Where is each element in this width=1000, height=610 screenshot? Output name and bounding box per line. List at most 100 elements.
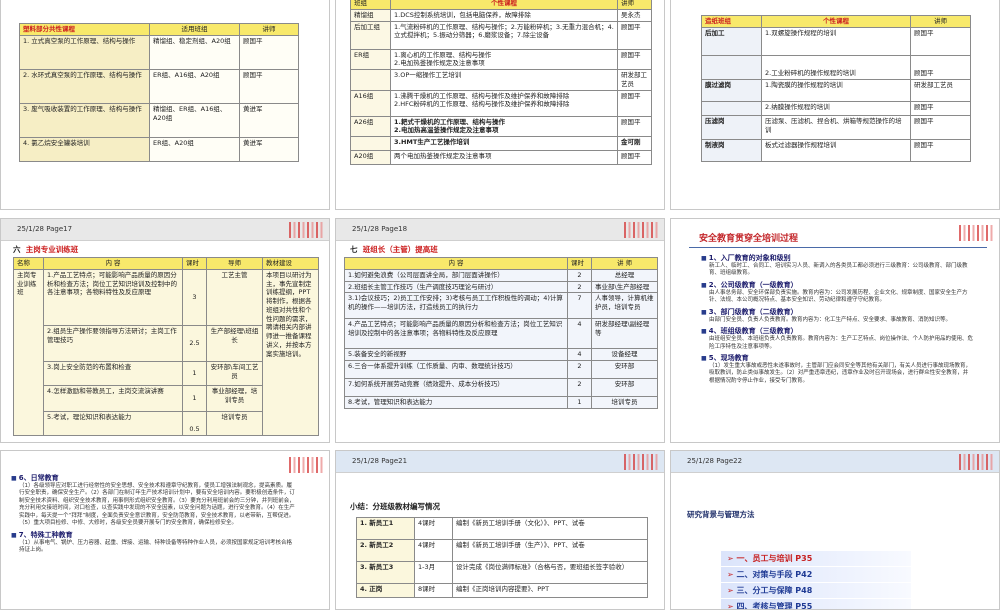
menu-item[interactable]: 二、对策与手段 P42 — [721, 567, 911, 582]
cell: 生产部经理\班组长 — [206, 324, 263, 362]
menu-item[interactable]: 一、员工与培训 P35 — [721, 551, 911, 566]
cell: A20组 — [350, 150, 391, 166]
cell: 1.耙式干燥机的工作原理、结构与操作 2.电加热高温釜操作规定及注意事项 — [390, 115, 618, 138]
slide-research-menu: 25/1/28 Page22 研究背景与管理方法 一、员工与培训 P35 二、对… — [670, 450, 1000, 610]
cell: 1 — [567, 396, 592, 409]
pixel-decor-icon — [959, 225, 995, 241]
cell: 6.三合一体系提升训练（工作质量、内审、数理统计技巧） — [344, 360, 568, 380]
section-heading: 2、公司级教育（一级教育） — [701, 280, 973, 290]
cell: 编制《正岗培训内容提要》、PPT — [452, 583, 648, 598]
cell: 2.纳膜操作规程的培训 — [761, 100, 911, 116]
cell: 总经理 — [591, 268, 658, 282]
table-row: 压滤岗 压滤泵、压滤机、捏合机、烘箱等规范操作的培训 顾国平 — [701, 114, 971, 140]
menu-item[interactable]: 三、分工与保障 P48 — [721, 583, 911, 598]
title-number: 七 — [350, 245, 358, 254]
cell: 2. 水环式真空泵的工作原理、结构与操作 — [19, 68, 150, 104]
table-row: 1. 新员工1 4课时 编制《新员工培训手册（文化）》、PPT、试卷 — [356, 517, 648, 540]
cell — [350, 136, 391, 152]
slide-title: 安全教育贯穿全培训过程 — [699, 234, 799, 244]
cell: A16组 — [350, 89, 391, 117]
slide-title: 研究背景与管理方法 — [687, 510, 755, 519]
section-heading: 6、日常教育 — [11, 473, 296, 483]
menu-item[interactable]: 四、考核与管理 P55 — [721, 599, 911, 609]
cell: 4.产品工艺特点；可能影响产品质量的原因分析和检查方法；岗位工艺知识培训及控制中… — [344, 318, 568, 350]
cell: 黄进军 — [239, 102, 299, 138]
main-post-table: 名称 内 容 课时 导师 教材建设 主岗专业训练班 1.产品工艺特点；可能影响产… — [13, 257, 319, 436]
cell: 顾国平 — [910, 26, 971, 56]
page-label: 25/1/28 Page22 — [687, 457, 743, 465]
cell — [701, 100, 762, 116]
col-header: 导师 — [206, 257, 263, 270]
col-header: 讲师 — [910, 15, 971, 28]
cell: 2.组员生产操作要领指导方法研讨；主岗工作管理技巧 — [43, 324, 183, 362]
cell: 顾国平 — [910, 114, 971, 140]
slide-daily-education: 6、日常教育 （1）各级领导应对职工进行经常性的安全思想、安全技术和遵章守纪教育… — [0, 450, 330, 610]
pixel-decor-icon — [289, 222, 325, 238]
slide-safety-education: 安全教育贯穿全培训过程 1、入厂教育的对象和级别 新工人、临时工、合同工、培训实… — [670, 218, 1000, 443]
cell: 2 — [567, 360, 592, 380]
col-header: 讲 师 — [591, 257, 658, 270]
cell: ER组、A16组、A20组 — [149, 68, 240, 104]
table-row: A26组 1.耙式干燥机的工作原理、结构与操作 2.电加热高温釜操作规定及注意事项… — [350, 115, 652, 138]
cell: 研发部工艺员 — [617, 69, 652, 91]
paper-course-table: 造纸班组 个性课程 讲师 后加工 1.双螺旋操作规程的培训 顾国平 2.工业粉碎机的… — [701, 15, 971, 162]
cell: 1. 立式真空泵的工作原理、结构与操作 — [19, 34, 150, 70]
slide-title: 小结：分班级教材编写情况 — [350, 502, 440, 511]
cell: 培训专员 — [591, 396, 658, 409]
chapter-menu: 一、员工与培训 P35 二、对策与手段 P42 三、分工与保障 P48 四、考核… — [721, 551, 911, 609]
table-row: 6.三合一体系提升训练（工作质量、内审、数理统计技巧） 2 安环部 — [344, 360, 658, 380]
col-header: 课时 — [567, 257, 592, 270]
slide-paper-team-courses: 造纸班组 个性课程 讲师 后加工 1.双螺旋操作规程的培训 顾国平 2.工业粉碎机的… — [670, 0, 1000, 210]
col-header: 个性课程 — [761, 15, 911, 28]
section-heading: 4、班组级教育（三级教育） — [701, 326, 973, 336]
title-number: 六 — [13, 245, 21, 254]
slide-header: 25/1/28 Page22 — [671, 451, 999, 473]
cell: 顾国平 — [617, 48, 652, 71]
table-row: 1. 立式真空泵的工作原理、结构与操作 精馏组、稳定剂组、A20组 顾国平 — [19, 34, 299, 70]
table-row: 2.班组长主管工作技巧（生产调度技巧理论与研讨） 2 事业部\生产部经理 — [344, 280, 658, 294]
team-course-table: 班组 个性课程 讲师 精馏组 1.DCS控制系统培训，包括电脑保养，故障排除 吴永杰… — [350, 0, 652, 166]
cell: 2 — [567, 280, 592, 294]
cell — [701, 54, 762, 80]
section-heading: 5、现场教育 — [701, 353, 973, 363]
page-label: 25/1/28 Page17 — [17, 225, 73, 233]
cell: 本项目以研讨为主，事先宣制定训练提纲，PPT将制作，根据各班组对共性和个性问题的… — [262, 268, 319, 436]
table-row: 8.考试，管理知识和表达能力 1 培训专员 — [344, 396, 658, 409]
common-course-table: 塑料部分共性课程 适用班组 讲师 1. 立式真空泵的工作原理、结构与操作 精馏组、… — [19, 23, 299, 162]
table-row: 3.1)会议技巧；2)员工工作安排；3)考核与员工工作积极性的调动；4)计算机的… — [344, 292, 658, 320]
cell: 顾国平 — [910, 54, 971, 80]
cell: 4课时 — [414, 539, 453, 562]
cell: 安环部\车间工艺员 — [206, 360, 263, 386]
slide-main-post-training: 25/1/28 Page17 六 主岗专业训练班 名称 内 容 课时 导师 教材… — [0, 218, 330, 443]
cell: 工艺主管 — [206, 268, 263, 326]
cell: 事业部经理，培训专员 — [206, 384, 263, 412]
table-row: 后加工组 1.气流粉碎机的工作原理、结构与操作；2.万能粉碎机；3.无重力混合机；… — [350, 20, 652, 50]
cell: A26组 — [350, 115, 391, 138]
page-label: 25/1/28 Page18 — [352, 225, 408, 233]
section-text: 由班组安全员、本班组负责人负责教育。教育内容为：生产工艺特点、岗位操作法、个人防… — [709, 336, 974, 350]
cell: 编制《新员工培训手册（生产）》、PPT、试卷 — [452, 539, 648, 562]
col-header: 个性课程 — [390, 0, 618, 10]
table-row: 主岗专业训练班 1.产品工艺特点；可能影响产品质量的原因分析和检查方法；岗位工艺… — [13, 268, 319, 436]
section-text: （1）从事电气、锅炉、压力容器、起重、焊接、运输、特种设备等特种作业人员，必须按… — [19, 539, 293, 553]
cell: 1-3月 — [414, 561, 453, 584]
table-row: 制液岗 板式过滤器操作规程培训 顾国平 — [701, 138, 971, 162]
cell: 精馏组 — [350, 8, 391, 22]
col-header: 造纸班组 — [701, 15, 762, 28]
slide-title: 七 班组长（主管）提高班 — [350, 244, 438, 255]
cell: 顾国平 — [617, 115, 652, 138]
summary-table: 1. 新员工1 4课时 编制《新员工培训手册（文化）》、PPT、试卷 2. 新员工2… — [356, 517, 648, 598]
cell: 安环部 — [591, 360, 658, 380]
cell: 3 — [182, 268, 207, 326]
slide-team-courses: 班组 个性课程 讲师 精馏组 1.DCS控制系统培训，包括电脑保养，故障排除 吴永杰… — [335, 0, 665, 210]
cell: 3. 新员工3 — [356, 561, 415, 584]
cell: 1.双螺旋操作规程的培训 — [761, 26, 911, 56]
cell: 膜过滤岗 — [701, 78, 762, 102]
cell: 0.5 — [182, 410, 207, 436]
col-header: 教材建设 — [262, 257, 319, 270]
table-row: 4. 正岗 8课时 编制《正岗培训内容提要》、PPT — [356, 583, 648, 598]
slide-title: 六 主岗专业训练班 — [13, 244, 78, 255]
cell: 4 — [567, 348, 592, 362]
table-row: 4. 氯乙烷安全罐装培训 ER组、A20组 黄进军 — [19, 136, 299, 162]
cell: 4课时 — [414, 517, 453, 540]
